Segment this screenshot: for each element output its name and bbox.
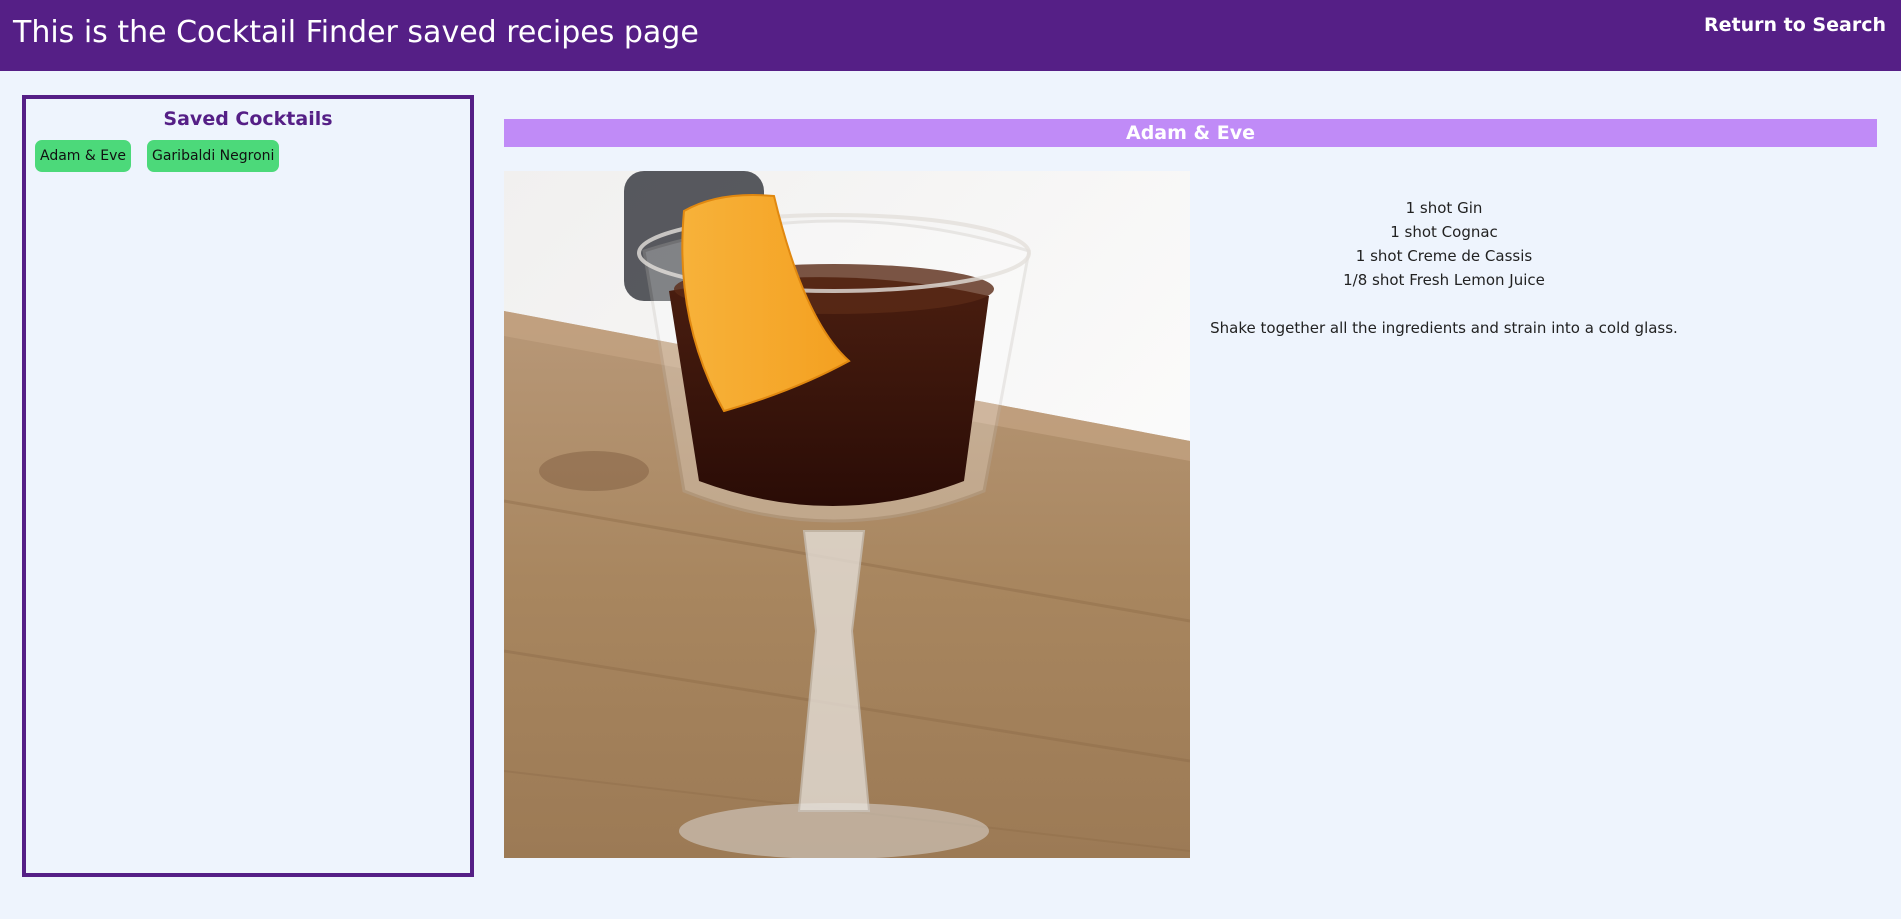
cocktail-photo-illustration	[504, 171, 1190, 858]
ingredient-item: 1 shot Gin	[1405, 199, 1483, 217]
recipe-details: 1 shot Gin 1 shot Cognac 1 shot Creme de…	[1190, 196, 1698, 340]
ingredient-item: 1 shot Creme de Cassis	[1355, 247, 1533, 265]
saved-cocktails-panel: Saved Cocktails Adam & Eve Garibaldi Neg…	[22, 95, 474, 877]
ingredient-item: 1/8 shot Fresh Lemon Juice	[1343, 271, 1545, 289]
ingredient-list: 1 shot Gin 1 shot Cognac 1 shot Creme de…	[1190, 196, 1698, 292]
saved-cocktail-adam-and-eve[interactable]: Adam & Eve	[35, 140, 131, 172]
saved-cocktail-garibaldi-negroni[interactable]: Garibaldi Negroni	[147, 140, 280, 172]
recipe-title: Adam & Eve	[504, 119, 1877, 147]
ingredient-item: 1 shot Cognac	[1390, 223, 1498, 241]
recipe-instructions: Shake together all the ingredients and s…	[1210, 319, 1678, 337]
saved-cocktails-list: Adam & Eve Garibaldi Negroni	[26, 140, 470, 172]
return-to-search-link[interactable]: Return to Search	[1704, 14, 1886, 36]
saved-cocktails-title: Saved Cocktails	[163, 108, 333, 130]
page-title: This is the Cocktail Finder saved recipe…	[13, 15, 699, 50]
top-header: This is the Cocktail Finder saved recipe…	[0, 0, 1901, 71]
cocktail-photo	[504, 171, 1190, 858]
